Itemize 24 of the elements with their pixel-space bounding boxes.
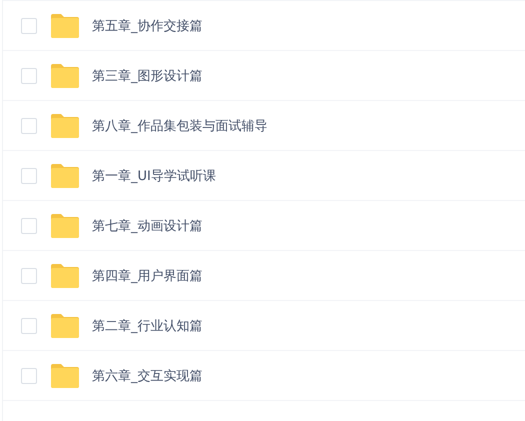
checkbox[interactable] (21, 268, 37, 284)
checkbox[interactable] (21, 218, 37, 234)
folder-icon (51, 364, 79, 388)
checkbox[interactable] (21, 318, 37, 334)
folder-icon (51, 114, 79, 138)
folder-name[interactable]: 第七章_动画设计篇 (92, 216, 202, 234)
folder-name[interactable]: 第三章_图形设计篇 (92, 66, 202, 84)
checkbox[interactable] (21, 168, 37, 184)
folder-icon (51, 264, 79, 288)
folder-name[interactable]: 第五章_协作交接篇 (92, 16, 202, 34)
folder-name[interactable]: 第六章_交互实现篇 (92, 366, 202, 384)
folder-name[interactable]: 第一章_UI导学试听课 (92, 166, 216, 184)
checkbox[interactable] (21, 118, 37, 134)
folder-icon (51, 64, 79, 88)
folder-name[interactable]: 第四章_用户界面篇 (92, 266, 202, 284)
folder-icon (51, 314, 79, 338)
checkbox[interactable] (21, 18, 37, 34)
checkbox[interactable] (21, 368, 37, 384)
folder-name[interactable]: 第八章_作品集包装与面试辅导 (92, 116, 268, 134)
checkbox[interactable] (21, 68, 37, 84)
folder-icon (51, 14, 79, 38)
folder-icon (51, 164, 79, 188)
folder-name[interactable]: 第二章_行业认知篇 (92, 316, 202, 334)
folder-icon (51, 214, 79, 238)
